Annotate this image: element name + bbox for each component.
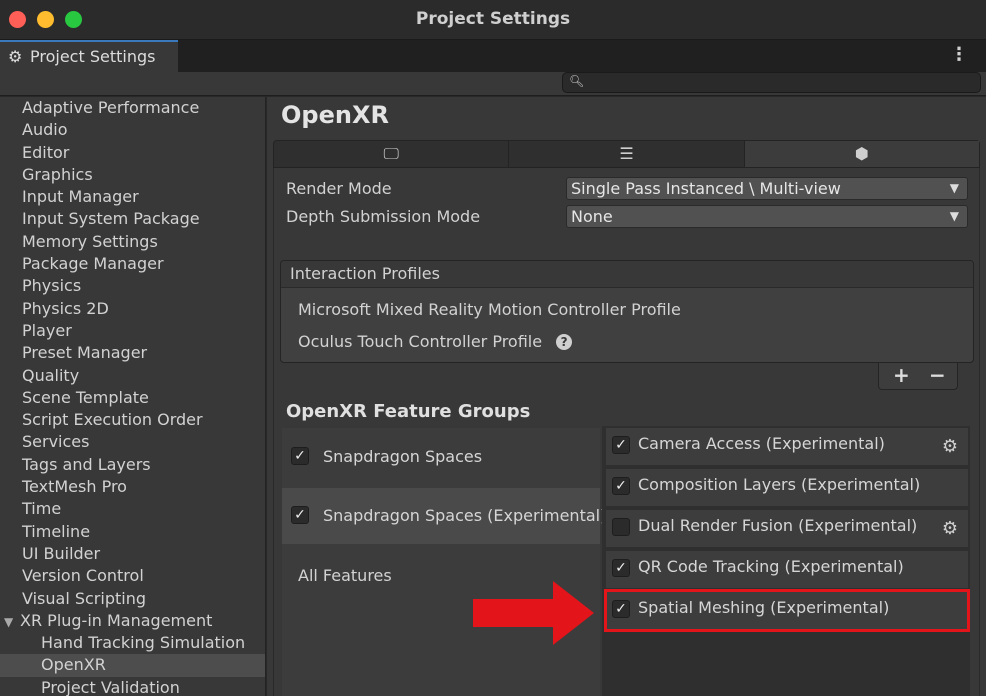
- remove-profile-button[interactable]: −: [929, 363, 946, 387]
- interaction-profiles-header: Interaction Profiles: [281, 261, 973, 288]
- android-icon: ⬢: [854, 144, 869, 163]
- features-list: ✓ Camera Access (Experimental) ⚙ ✓ Compo…: [602, 426, 970, 696]
- feature-row[interactable]: Dual Render Fusion (Experimental) ⚙: [606, 510, 968, 547]
- gear-icon[interactable]: ⚙: [942, 518, 958, 539]
- sidebar-item-ui-builder[interactable]: UI Builder: [0, 543, 265, 565]
- tab-project-settings[interactable]: ⚙ Project Settings: [0, 40, 178, 72]
- list-item[interactable]: Oculus Touch Controller Profile?: [298, 332, 573, 351]
- gear-icon[interactable]: ⚙: [942, 436, 958, 457]
- feature-checkbox[interactable]: ✓: [612, 477, 630, 495]
- sidebar-item-timeline[interactable]: Timeline: [0, 521, 265, 543]
- feature-row[interactable]: ✓ Spatial Meshing (Experimental): [604, 589, 970, 632]
- sidebar-item-input-manager[interactable]: Input Manager: [0, 186, 265, 208]
- editor-tab-bar: ⚙ Project Settings ⋮: [0, 40, 986, 72]
- feature-group-item[interactable]: ✓ Snapdragon Spaces (Experimental): [282, 488, 606, 544]
- feature-row[interactable]: ✓ Composition Layers (Experimental): [606, 469, 968, 506]
- depth-submission-mode-label: Depth Submission Mode: [286, 207, 481, 226]
- sidebar-item-project-validation[interactable]: Project Validation: [0, 677, 265, 696]
- sidebar-item-xr-plugin-management[interactable]: ▼ XR Plug-in Management: [0, 610, 265, 632]
- sidebar-item-hand-tracking-simulation[interactable]: Hand Tracking Simulation: [0, 632, 265, 654]
- feature-checkbox[interactable]: ✓: [612, 559, 630, 577]
- settings-toolbar: 🔍︎: [0, 72, 986, 96]
- gear-icon: ⚙: [8, 47, 23, 66]
- sidebar-item-scene-template[interactable]: Scene Template: [0, 387, 265, 409]
- settings-sidebar: Adaptive Performance Audio Editor Graphi…: [0, 97, 266, 696]
- platform-tabs: 🖵 ☰ ⬢: [273, 140, 980, 168]
- chevron-down-icon: ▼: [949, 181, 959, 195]
- sidebar-item-quality[interactable]: Quality: [0, 365, 265, 387]
- depth-submission-mode-value: None: [571, 207, 613, 226]
- settings-main-panel: OpenXR 🖵 ☰ ⬢ Render Mode Single Pass Ins…: [267, 97, 986, 696]
- feature-label: Camera Access (Experimental): [638, 434, 885, 453]
- page-title: OpenXR: [281, 101, 389, 129]
- all-features-item[interactable]: All Features: [298, 566, 392, 585]
- interaction-profiles-list: Interaction Profiles Microsoft Mixed Rea…: [280, 260, 974, 363]
- list-item[interactable]: Microsoft Mixed Reality Motion Controlle…: [298, 300, 681, 319]
- more-options-icon[interactable]: ⋮: [950, 44, 968, 66]
- list-item-label: Oculus Touch Controller Profile: [298, 332, 543, 351]
- window-titlebar: Project Settings: [0, 0, 986, 40]
- tab-label: Project Settings: [30, 47, 156, 66]
- feature-group-item[interactable]: ✓ Snapdragon Spaces: [282, 428, 600, 484]
- sidebar-item-physics-2d[interactable]: Physics 2D: [0, 298, 265, 320]
- profile-add-remove-controls: + −: [878, 363, 958, 390]
- feature-label: QR Code Tracking (Experimental): [638, 557, 904, 576]
- render-mode-dropdown[interactable]: Single Pass Instanced \ Multi-view ▼: [566, 177, 968, 200]
- render-mode-value: Single Pass Instanced \ Multi-view: [571, 179, 841, 198]
- sidebar-item-memory-settings[interactable]: Memory Settings: [0, 231, 265, 253]
- help-icon[interactable]: ?: [556, 334, 573, 350]
- sidebar-item-version-control[interactable]: Version Control: [0, 565, 265, 587]
- sidebar-item-adaptive-performance[interactable]: Adaptive Performance: [0, 97, 265, 119]
- tab-standalone[interactable]: 🖵: [274, 141, 510, 167]
- feature-group-label: Snapdragon Spaces: [323, 447, 483, 466]
- sidebar-item-script-execution-order[interactable]: Script Execution Order: [0, 409, 265, 431]
- feature-group-label: Snapdragon Spaces (Experimental): [323, 506, 607, 525]
- feature-group-checkbox[interactable]: ✓: [291, 447, 309, 465]
- feature-checkbox[interactable]: [612, 518, 630, 536]
- feature-row[interactable]: ✓ Camera Access (Experimental) ⚙: [606, 428, 968, 465]
- sidebar-item-time[interactable]: Time: [0, 498, 265, 520]
- sidebar-item-textmesh-pro[interactable]: TextMesh Pro: [0, 476, 265, 498]
- window-title: Project Settings: [415, 9, 571, 29]
- sidebar-item-services[interactable]: Services: [0, 431, 265, 453]
- sidebar-item-player[interactable]: Player: [0, 320, 265, 342]
- openxr-settings-panel: Render Mode Single Pass Instanced \ Mult…: [273, 168, 980, 696]
- sidebar-item-input-system-package[interactable]: Input System Package: [0, 208, 265, 230]
- feature-label: Dual Render Fusion (Experimental): [638, 516, 918, 535]
- server-icon: ☰: [619, 144, 634, 163]
- chevron-down-icon: ▼: [949, 209, 959, 223]
- render-mode-label: Render Mode: [286, 179, 392, 198]
- highlight-box: [604, 589, 970, 632]
- depth-submission-mode-dropdown[interactable]: None ▼: [566, 205, 968, 228]
- sidebar-item-package-manager[interactable]: Package Manager: [0, 253, 265, 275]
- sidebar-item-openxr[interactable]: OpenXR: [0, 654, 265, 677]
- feature-row[interactable]: ✓ QR Code Tracking (Experimental): [606, 551, 968, 588]
- monitor-icon: 🖵: [383, 144, 399, 163]
- feature-groups-title: OpenXR Feature Groups: [286, 401, 531, 422]
- feature-group-checkbox[interactable]: ✓: [291, 506, 309, 524]
- sidebar-item-visual-scripting[interactable]: Visual Scripting: [0, 588, 265, 610]
- feature-groups-list: ✓ Snapdragon Spaces ✓ Snapdragon Spaces …: [282, 428, 606, 696]
- feature-label: Composition Layers (Experimental): [638, 475, 921, 494]
- sidebar-item-physics[interactable]: Physics: [0, 275, 265, 297]
- sidebar-item-editor[interactable]: Editor: [0, 142, 265, 164]
- search-input[interactable]: 🔍︎: [562, 72, 981, 93]
- sidebar-item-audio[interactable]: Audio: [0, 119, 265, 141]
- add-profile-button[interactable]: +: [893, 363, 910, 387]
- sidebar-item-preset-manager[interactable]: Preset Manager: [0, 342, 265, 364]
- sidebar-item-graphics[interactable]: Graphics: [0, 164, 265, 186]
- sidebar-item-label: XR Plug-in Management: [20, 610, 213, 630]
- tab-android[interactable]: ⬢: [744, 141, 979, 167]
- tab-server[interactable]: ☰: [509, 141, 745, 167]
- expand-triangle-icon[interactable]: ▼: [4, 611, 20, 633]
- search-icon: 🔍︎: [569, 74, 585, 88]
- red-arrow-annotation: [473, 581, 594, 645]
- feature-checkbox[interactable]: ✓: [612, 436, 630, 454]
- sidebar-item-tags-and-layers[interactable]: Tags and Layers: [0, 454, 265, 476]
